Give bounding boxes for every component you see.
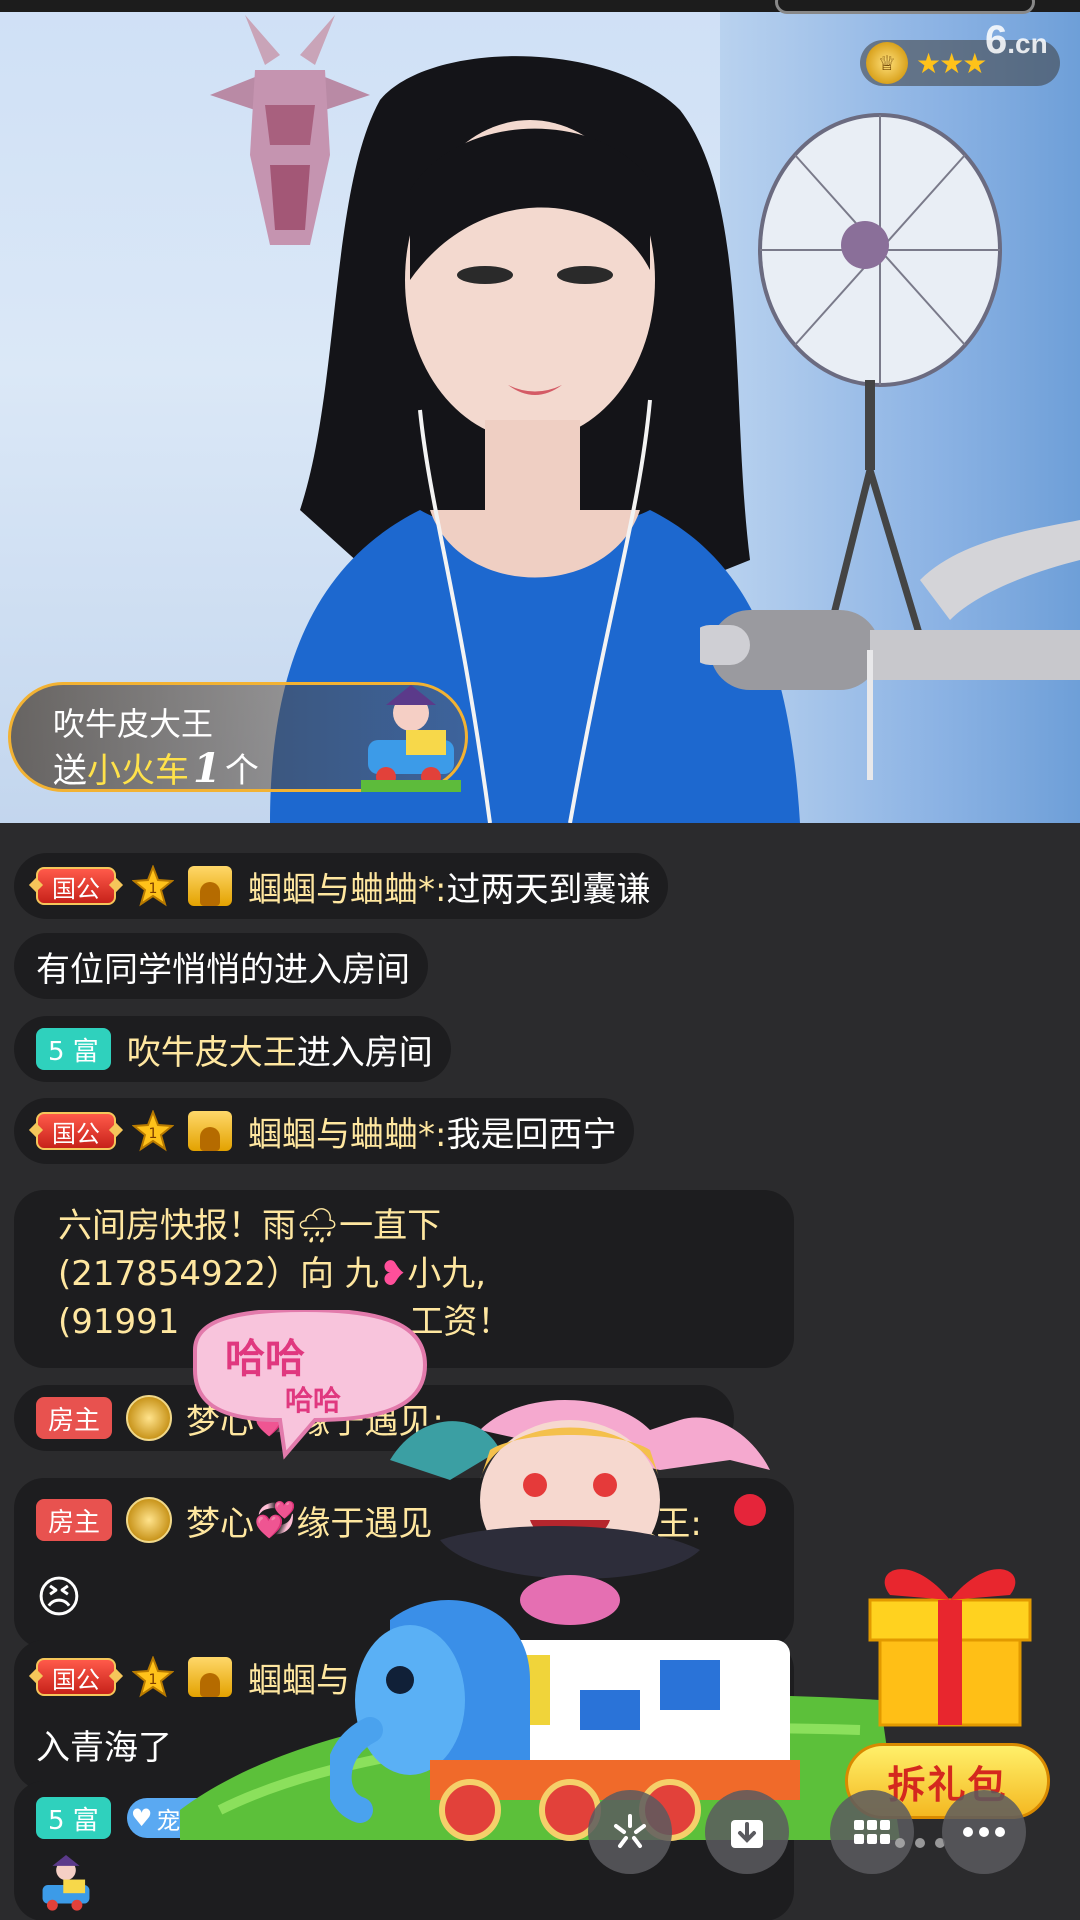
gift-box-icon[interactable] bbox=[850, 1540, 1050, 1730]
wealth-badge: 5 富 bbox=[36, 1797, 111, 1839]
gift-count: 1 bbox=[193, 745, 221, 792]
user-avatar-icon bbox=[188, 866, 232, 906]
download-icon bbox=[731, 1820, 763, 1848]
train-gift-icon bbox=[42, 1855, 90, 1911]
apps-grid-button[interactable] bbox=[830, 1790, 914, 1874]
noble-badge: 国公 bbox=[36, 1112, 116, 1150]
gift-name: 小火车 bbox=[87, 751, 189, 791]
top-pill bbox=[775, 0, 1035, 14]
chat-enter-message[interactable]: 5 富 吹牛皮大王 进入房间 bbox=[14, 1016, 451, 1082]
anchor-level-icon: ♕ bbox=[866, 42, 908, 84]
room-owner-badge: 房主 bbox=[36, 1499, 113, 1541]
heart-icon: ❥ bbox=[378, 1254, 408, 1294]
app-logo: 6.cn bbox=[985, 18, 1048, 63]
svg-text:1: 1 bbox=[149, 881, 158, 897]
chat-message[interactable]: 国公 1 蝈蝈与蛐蛐*: 我是回西宁 bbox=[14, 1098, 635, 1164]
report-text: 一直下 bbox=[339, 1206, 442, 1246]
studio-microphone bbox=[700, 520, 1080, 780]
room-owner-badge: 房主 bbox=[36, 1397, 113, 1439]
more-dots-icon bbox=[963, 1827, 1005, 1837]
gesture-button[interactable] bbox=[588, 1790, 672, 1874]
report-text: 六间房快报！雨 bbox=[58, 1206, 296, 1246]
chat-text: 有位同学悄悄的进入房间 bbox=[36, 949, 410, 990]
medal-icon bbox=[126, 1395, 173, 1441]
gift-unit: 个 bbox=[224, 751, 259, 791]
gift-sender: 吹牛皮大王 bbox=[53, 705, 214, 743]
gift-notification: 吹牛皮大王 送小火车 1 个 bbox=[8, 682, 468, 792]
emoji-icon: 😣 bbox=[36, 1571, 82, 1623]
page-indicator bbox=[895, 1838, 945, 1848]
logo-suffix: .cn bbox=[1007, 28, 1048, 59]
chat-username[interactable]: 蝈蝈与蛐蛐*: bbox=[248, 1107, 446, 1156]
chat-username[interactable]: 蝈蝈与蛐蛐*: bbox=[248, 862, 446, 911]
rain-cloud-icon: 🌧 bbox=[296, 1206, 340, 1246]
report-line-2: (217854922）向 九❥小九, bbox=[58, 1250, 768, 1298]
noble-badge: 国公 bbox=[36, 867, 116, 905]
logo-number: 6 bbox=[985, 18, 1008, 62]
report-text: 小九, bbox=[407, 1254, 487, 1294]
train-gift-icon bbox=[361, 685, 461, 792]
chat-system-message: 有位同学悄悄的进入房间 bbox=[14, 933, 428, 999]
anchor-stars: ★★★ bbox=[916, 46, 987, 80]
star-level-icon: 1 bbox=[132, 1110, 174, 1152]
gift-verb: 送 bbox=[53, 751, 87, 791]
svg-text:1: 1 bbox=[149, 1672, 158, 1688]
haha-big-text: 哈哈 bbox=[225, 1336, 305, 1382]
sparkle-icon bbox=[614, 1814, 646, 1848]
chat-text: 进入房间 bbox=[296, 1032, 433, 1073]
user-avatar-icon bbox=[188, 1111, 232, 1151]
gift-line: 送小火车 1 个 bbox=[53, 743, 259, 792]
heart-icon: 💞 bbox=[254, 1500, 297, 1540]
report-text: (91991 bbox=[58, 1302, 180, 1342]
medal-icon bbox=[126, 1497, 173, 1543]
grid-icon bbox=[854, 1820, 890, 1844]
download-button[interactable] bbox=[705, 1790, 789, 1874]
chat-username[interactable]: 吹牛皮大王 bbox=[127, 1025, 297, 1074]
chat-username[interactable]: 梦心 bbox=[186, 1496, 254, 1545]
chat-message[interactable]: 国公 1 蝈蝈与蛐蛐*: 过两天到囊谦 bbox=[14, 853, 669, 919]
more-button[interactable] bbox=[942, 1790, 1026, 1874]
wealth-badge: 5 富 bbox=[36, 1028, 111, 1070]
report-text: (217854922）向 九 bbox=[58, 1254, 379, 1294]
svg-text:1: 1 bbox=[149, 1126, 158, 1142]
chat-text: 我是回西宁 bbox=[446, 1114, 617, 1155]
live-video[interactable]: ♕ ★★★ 6.cn 吹牛皮大王 送小火车 1 个 bbox=[0, 0, 1080, 823]
noble-badge: 国公 bbox=[36, 1658, 116, 1696]
report-line-1: 六间房快报！雨🌧一直下 bbox=[58, 1202, 768, 1250]
fan-heart-icon: ♥ bbox=[130, 1804, 153, 1832]
star-level-icon: 1 bbox=[132, 865, 174, 907]
star-level-icon: 1 bbox=[132, 1656, 174, 1698]
chat-text: 过两天到囊谦 bbox=[446, 869, 651, 910]
jester-train-animation bbox=[330, 1400, 800, 1841]
